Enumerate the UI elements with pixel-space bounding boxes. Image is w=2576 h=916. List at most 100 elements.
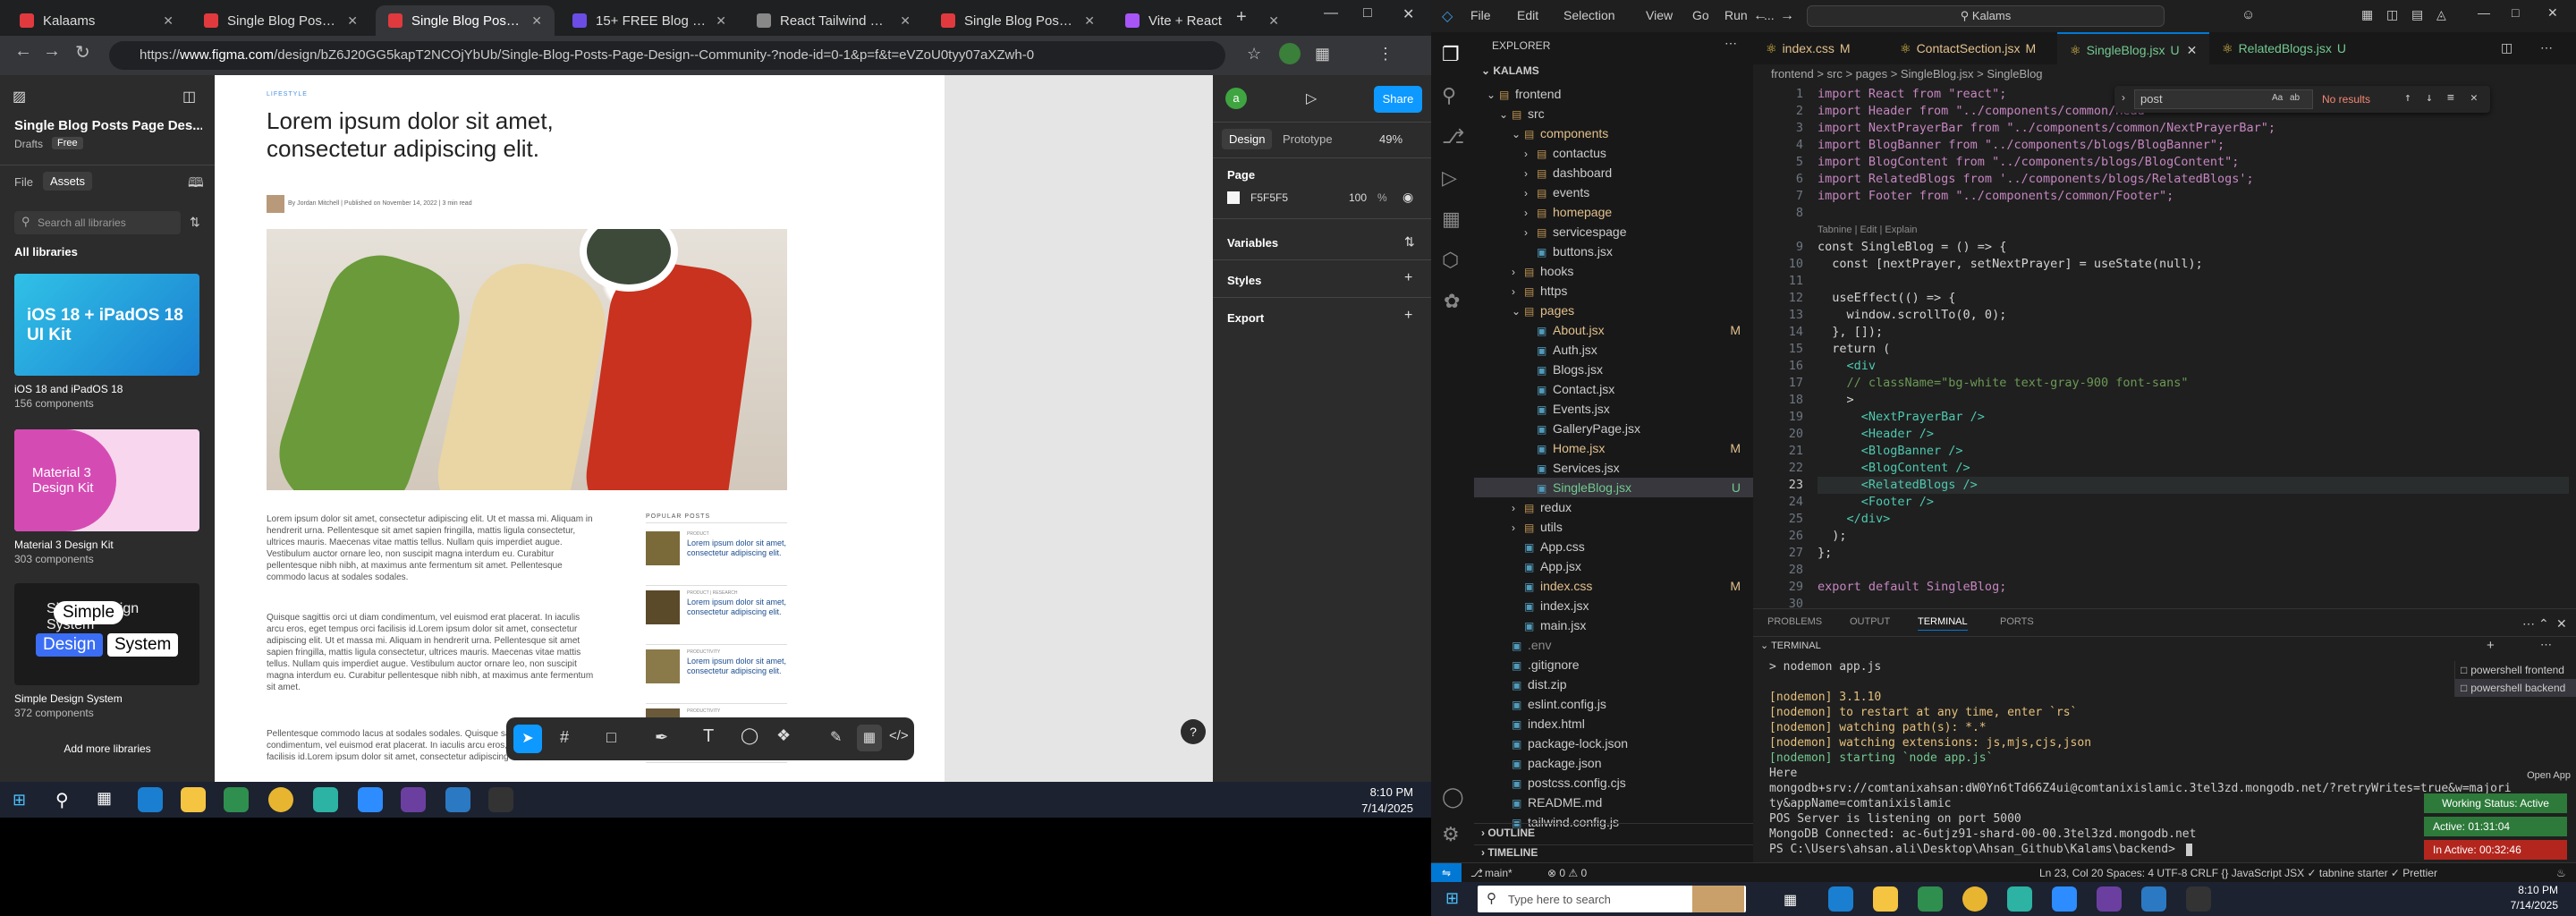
more-actions-icon[interactable]: ⋯	[2540, 638, 2552, 652]
panel-tab[interactable]: OUTPUT	[1850, 616, 1890, 627]
url-field[interactable]: https://www.figma.com/design/bZ6J20GG5ka…	[109, 41, 1225, 70]
terminal-instance[interactable]: □ powershell frontend	[2455, 661, 2576, 679]
sidebar-toggle-icon[interactable]: ◫	[182, 88, 196, 106]
match-case-icon[interactable]: Aa	[2272, 93, 2283, 103]
account-icon[interactable]: ◯	[1442, 785, 1464, 809]
new-terminal-icon[interactable]: +	[2487, 638, 2495, 653]
manage-gear-icon[interactable]: ⚙	[1442, 823, 1460, 846]
close-window-icon[interactable]: ✕	[1402, 5, 1414, 23]
zoom-icon[interactable]	[2052, 886, 2077, 912]
variables-section[interactable]: Variables	[1227, 236, 1278, 250]
popular-post-item[interactable]: PRODUCTIVITY Lorem ipsum dolor sit amet, …	[646, 649, 787, 704]
library-book-icon[interactable]: 🕮	[188, 174, 204, 196]
split-editor-icon[interactable]: ◫	[2501, 40, 2512, 55]
move-tool-icon[interactable]: ➤	[513, 725, 542, 753]
windows-start-icon[interactable]: ⊞	[13, 791, 26, 810]
file-explorer-icon[interactable]	[181, 787, 206, 812]
close-window-icon[interactable]: ✕	[2547, 5, 2558, 21]
panel-tab[interactable]: TERMINAL	[1918, 616, 1968, 631]
explorer-tree-item[interactable]: ⌄ ▤ components	[1474, 123, 1753, 143]
edge-icon[interactable]	[1828, 886, 1853, 912]
remote-icon[interactable]: ⬡	[1442, 249, 1459, 272]
run-debug-icon[interactable]: ▷	[1442, 166, 1457, 190]
windows-start-icon[interactable]: ⊞	[1445, 889, 1459, 908]
explorer-tree-item[interactable]: › ▤ contactus	[1474, 143, 1753, 163]
tab-design[interactable]: Design	[1222, 129, 1273, 149]
terminal-icon[interactable]	[2186, 886, 2211, 912]
explorer-tree-item[interactable]: ▣ .gitignore	[1474, 655, 1753, 674]
terminal-instance[interactable]: □ powershell backend	[2455, 679, 2576, 697]
remote-indicator-icon[interactable]: ⇋	[1431, 863, 1462, 882]
more-actions-icon[interactable]: ⋯	[1724, 36, 1737, 51]
search-icon[interactable]: ⚲	[1442, 84, 1456, 107]
zoom-level[interactable]: 49%	[1379, 132, 1402, 146]
minimize-icon[interactable]: —	[2478, 5, 2490, 20]
filter-icon[interactable]: ⇅	[190, 215, 200, 230]
explorer-tree-item[interactable]: ▣ package.json	[1474, 753, 1753, 773]
close-tab-icon[interactable]: ✕	[716, 13, 726, 29]
file-explorer-icon[interactable]	[1873, 886, 1898, 912]
explorer-tree-item[interactable]: › ▤ events	[1474, 182, 1753, 202]
next-match-icon[interactable]: ↓	[2426, 91, 2433, 105]
editor-tab[interactable]: ⚛ ContactSection.jsx M	[1887, 32, 2057, 64]
reload-icon[interactable]: ↻	[75, 41, 90, 64]
toggle-secondary-icon[interactable]: ◬	[2436, 7, 2446, 22]
maximize-icon[interactable]: □	[1363, 5, 1372, 21]
back-icon[interactable]: ←	[14, 41, 32, 62]
library-thumb-material[interactable]: Material 3 Design Kit	[14, 429, 199, 531]
share-button[interactable]: Share	[1374, 86, 1422, 113]
close-tab-icon[interactable]: ✕	[900, 13, 911, 29]
timeline-section[interactable]: › TIMELINE	[1481, 846, 1538, 859]
explorer-tree-item[interactable]: ▣ About.jsx M	[1474, 320, 1753, 340]
explorer-tree-item[interactable]: ▣ Auth.jsx	[1474, 340, 1753, 360]
browser-tab[interactable]: Single Blog Posts Page ✕	[191, 5, 370, 36]
menu-item[interactable]: Go	[1692, 8, 1709, 22]
explorer-tree-item[interactable]: ▣ Home.jsx M	[1474, 438, 1753, 458]
panel-tab[interactable]: PROBLEMS	[1767, 616, 1822, 627]
explorer-tree-item[interactable]: ▣ index.css M	[1474, 576, 1753, 596]
explorer-tree-item[interactable]: ▣ main.jsx	[1474, 615, 1753, 635]
close-tab-icon[interactable]: ✕	[1084, 13, 1095, 29]
explorer-tree-item[interactable]: ▣ Contact.jsx	[1474, 379, 1753, 399]
menu-item[interactable]: Edit	[1517, 8, 1538, 22]
library-thumb-ios[interactable]: iOS 18 + iPadOS 18 UI Kit	[14, 274, 199, 376]
page-color-swatch[interactable]	[1227, 191, 1240, 204]
tab-prototype[interactable]: Prototype	[1283, 132, 1333, 146]
browser-tab[interactable]: Vite + React ✕	[1113, 5, 1292, 36]
chevron-right-icon[interactable]: ›	[2122, 91, 2125, 104]
explorer-tree-item[interactable]: › ▤ utils	[1474, 517, 1753, 537]
maximize-icon[interactable]: □	[2512, 5, 2519, 20]
whole-word-icon[interactable]: ab	[2290, 93, 2300, 103]
file-title[interactable]: Single Blog Posts Page Des...	[14, 118, 202, 133]
browser-tab[interactable]: Single Blog Posts Page ✕	[928, 5, 1107, 36]
status-right-items[interactable]: Ln 23, Col 20 Spaces: 4 UTF-8 CRLF {} Ja…	[2039, 863, 2437, 883]
mongodb-leaf-icon[interactable]: ✿	[1444, 290, 1460, 313]
variables-adjust-icon[interactable]: ⇅	[1404, 234, 1415, 250]
maximize-panel-icon[interactable]: ⌃	[2538, 616, 2549, 632]
vscode-icon[interactable]	[2141, 886, 2166, 912]
zoom-icon[interactable]	[358, 787, 383, 812]
explorer-tree-item[interactable]: › ▤ redux	[1474, 497, 1753, 517]
explorer-tree-item[interactable]: › ▤ hooks	[1474, 261, 1753, 281]
store-icon[interactable]	[224, 787, 249, 812]
extensions-icon[interactable]: ▦	[1442, 208, 1461, 231]
github-desktop-icon[interactable]	[401, 787, 426, 812]
library-thumb-simple[interactable]: Simple Design System Simple Design Syste…	[14, 583, 199, 685]
export-section[interactable]: Export	[1227, 311, 1264, 325]
explorer-tree-item[interactable]: › ▤ servicespage	[1474, 222, 1753, 242]
browser-tab[interactable]: Kalaams ✕	[7, 5, 186, 36]
user-avatar[interactable]: a	[1225, 88, 1247, 109]
figma-main-menu-icon[interactable]: ▨	[13, 88, 26, 106]
more-actions-icon[interactable]: ⋯	[2540, 40, 2553, 55]
problems-count[interactable]: ⊗ 0 ⚠ 0	[1547, 863, 1587, 883]
explorer-tree-item[interactable]: ⌄ ▤ src	[1474, 104, 1753, 123]
breadcrumb[interactable]: frontend > src > pages > SingleBlog.jsx …	[1753, 64, 2576, 84]
store-icon[interactable]	[1918, 886, 1943, 912]
browser-tab[interactable]: React Tailwind Blog Co ✕	[744, 5, 923, 36]
explorer-tree-item[interactable]: ▣ dist.zip	[1474, 674, 1753, 694]
add-export-icon[interactable]: +	[1404, 308, 1412, 324]
explorer-tree-item[interactable]: › ▤ homepage	[1474, 202, 1753, 222]
workspace-root[interactable]: ⌄ KALAMS	[1481, 64, 1539, 77]
comment-tool-icon[interactable]: ◯	[741, 726, 758, 745]
panel-tab[interactable]: PORTS	[2000, 616, 2034, 627]
